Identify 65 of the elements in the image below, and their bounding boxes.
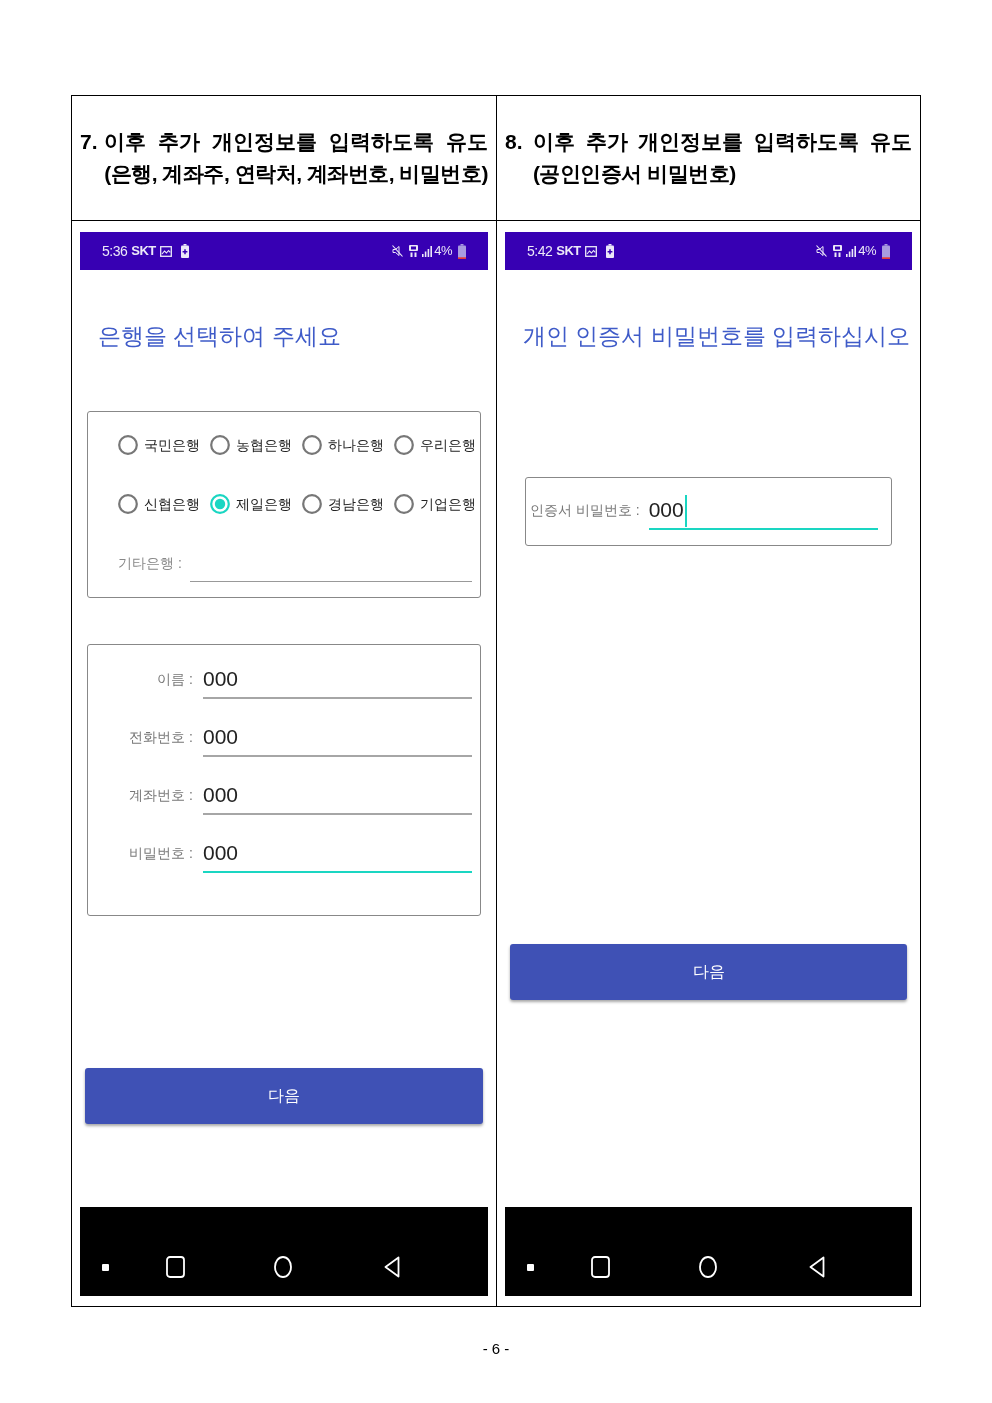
recents-icon[interactable] — [591, 1256, 610, 1278]
sim-card-icon — [409, 245, 419, 257]
step-subtitle: (공인인증서 비밀번호) — [533, 161, 737, 187]
status-time: 5:42 — [527, 242, 553, 260]
home-icon[interactable] — [274, 1256, 292, 1278]
signal-icon — [422, 245, 433, 257]
field-label: 비밀번호 : — [128, 844, 193, 863]
step-title: 이후 추가 개인정보를 입력하도록 유도 — [533, 129, 912, 155]
field-label: 계좌번호 : — [128, 786, 193, 805]
step-number: 7. — [80, 129, 99, 155]
carrier-name: SKT — [131, 242, 156, 260]
mute-icon — [816, 245, 828, 257]
input-field[interactable]: 000 — [203, 723, 472, 757]
battery-plus-icon — [180, 244, 189, 258]
radio-icon[interactable] — [302, 494, 322, 514]
battery-percent: 4% — [858, 242, 876, 260]
radio-icon[interactable] — [210, 435, 230, 455]
radio-icon[interactable] — [302, 435, 322, 455]
signal-icon — [846, 245, 857, 257]
radio-option[interactable]: 기업은행 — [394, 492, 476, 516]
small-square-icon[interactable] — [102, 1263, 109, 1271]
carrier-name: SKT — [556, 242, 581, 260]
sim-card-icon — [833, 245, 843, 257]
battery-percent: 4% — [434, 242, 452, 260]
screen-heading: 은행을 선택하여 주세요 — [97, 322, 342, 351]
battery-low-icon — [882, 243, 890, 259]
field-label: 이름 : — [156, 670, 193, 689]
radio-option[interactable]: 농협은행 — [210, 433, 292, 457]
radio-icon[interactable] — [394, 494, 414, 514]
radio-option[interactable]: 우리은행 — [394, 433, 476, 457]
radio-option[interactable]: 경남은행 — [302, 492, 384, 516]
image-icon — [159, 245, 172, 257]
step-subtitle: (은행, 계좌주, 연락처, 계좌번호, 비밀번호) — [104, 161, 488, 187]
step-title: 이후 추가 개인정보를 입력하도록 유도 — [104, 129, 488, 155]
next-button[interactable]: 다음 — [85, 1068, 483, 1124]
back-icon[interactable] — [809, 1256, 825, 1278]
radio-icon[interactable] — [210, 494, 230, 514]
input-field[interactable]: 000 — [203, 781, 472, 815]
field-label: 기타은행 : — [118, 554, 182, 573]
step-number: 8. — [505, 129, 524, 155]
status-time: 5:36 — [102, 242, 128, 260]
radio-icon[interactable] — [394, 435, 414, 455]
input-field[interactable]: 000 — [203, 839, 472, 873]
radio-option[interactable]: 제일은행 — [210, 492, 292, 516]
radio-icon[interactable] — [118, 494, 138, 514]
radio-option[interactable]: 국민은행 — [118, 433, 200, 457]
back-icon[interactable] — [384, 1256, 400, 1278]
image-icon — [584, 245, 597, 257]
radio-option[interactable]: 신협은행 — [118, 492, 200, 516]
battery-low-icon — [458, 243, 466, 259]
input-field[interactable]: 000 — [648, 496, 878, 530]
text-cursor-icon — [684, 495, 687, 527]
input-field[interactable]: 000 — [203, 665, 472, 699]
mute-icon — [392, 245, 404, 257]
radio-option[interactable]: 하나은행 — [302, 433, 384, 457]
page-number: - 6 - — [481, 1339, 511, 1359]
radio-icon[interactable] — [118, 435, 138, 455]
recents-icon[interactable] — [166, 1256, 185, 1278]
screen-heading: 개인 인증서 비밀번호를 입력하십시오 — [522, 322, 912, 351]
small-square-icon[interactable] — [527, 1263, 534, 1271]
home-icon[interactable] — [699, 1256, 717, 1278]
next-button[interactable]: 다음 — [510, 944, 907, 1000]
field-label: 인증서 비밀번호 : — [530, 501, 640, 520]
battery-plus-icon — [605, 244, 614, 258]
field-label: 전화번호 : — [128, 728, 193, 747]
